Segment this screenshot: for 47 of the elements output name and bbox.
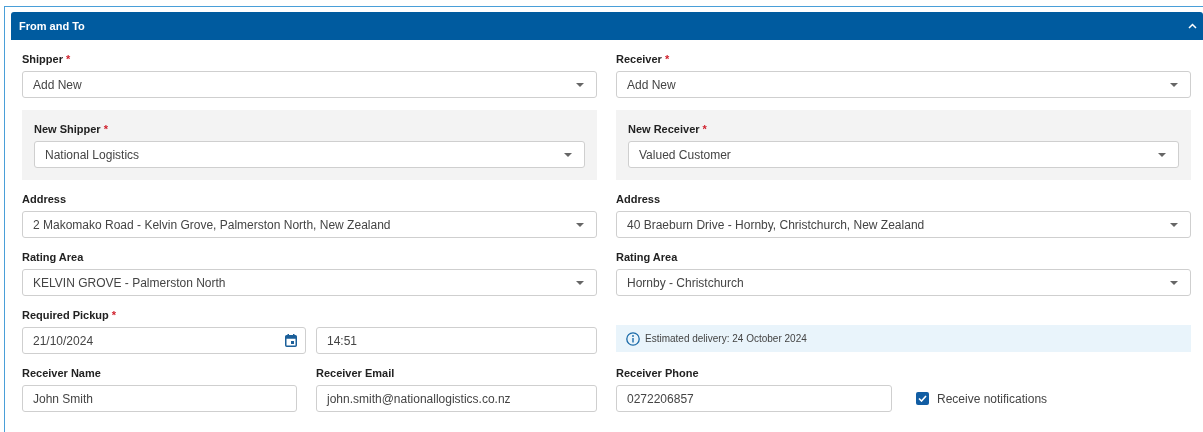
checkbox-label[interactable]: Receive notifications [937, 389, 1048, 408]
field-label: Receiver Email [316, 365, 395, 381]
calendar-icon[interactable] [285, 334, 297, 347]
field-label: New Receiver [628, 121, 700, 137]
field-label: Receiver Phone [616, 365, 699, 381]
checkmark-icon [918, 395, 927, 402]
checkbox[interactable] [916, 392, 929, 405]
panel-title: From and To [19, 18, 85, 34]
required-mark: * [111, 307, 117, 323]
required-mark: * [664, 51, 670, 67]
required-mark: * [702, 121, 707, 137]
chevron-up-icon[interactable] [1188, 23, 1197, 29]
field-label: Address [22, 191, 67, 207]
input-field[interactable]: John Smith [22, 385, 297, 412]
caret-icon [576, 222, 584, 227]
dropdown-field[interactable]: National Logistics [34, 141, 585, 168]
required-mark: * [65, 51, 71, 67]
field-label: Receiver [616, 51, 662, 67]
field-label: Required Pickup [22, 307, 109, 323]
caret-icon [576, 82, 584, 87]
field-label: Rating Area [616, 249, 678, 265]
field-label: Shipper [22, 51, 63, 67]
field-label: Rating Area [22, 249, 84, 265]
caret-icon [1170, 280, 1178, 285]
caret-icon [1170, 82, 1178, 87]
required-mark: * [103, 121, 108, 137]
caret-icon [1170, 222, 1178, 227]
caret-icon [1158, 152, 1166, 157]
dropdown-field[interactable]: KELVIN GROVE - Palmerston North [22, 269, 597, 296]
dropdown-field[interactable]: Add New [22, 71, 597, 98]
panel-header[interactable]: From and To [11, 12, 1203, 40]
dropdown-field[interactable]: Add New [616, 71, 1191, 98]
info-icon [626, 331, 640, 346]
input-field[interactable]: 0272206857 [616, 385, 892, 412]
input-field[interactable]: 21/10/2024 [22, 327, 306, 354]
caret-icon [564, 152, 572, 157]
input-field[interactable]: 14:51 [316, 327, 597, 354]
dropdown-field[interactable]: Hornby - Christchurch [616, 269, 1191, 296]
input-field[interactable]: john.smith@nationallogistics.co.nz [316, 385, 597, 412]
dropdown-field[interactable]: 2 Makomako Road - Kelvin Grove, Palmerston North, New Zealand [22, 211, 597, 238]
dropdown-field[interactable]: Valued Customer [628, 141, 1179, 168]
caret-icon [576, 280, 584, 285]
field-label: New Shipper [34, 121, 101, 137]
dropdown-field[interactable]: 40 Braeburn Drive - Hornby, Christchurch, New Zealand [616, 211, 1191, 238]
field-label: Address [616, 191, 661, 207]
info-text: Estimated delivery: 24 October 2024 [645, 332, 807, 346]
field-label: Receiver Name [22, 365, 101, 381]
